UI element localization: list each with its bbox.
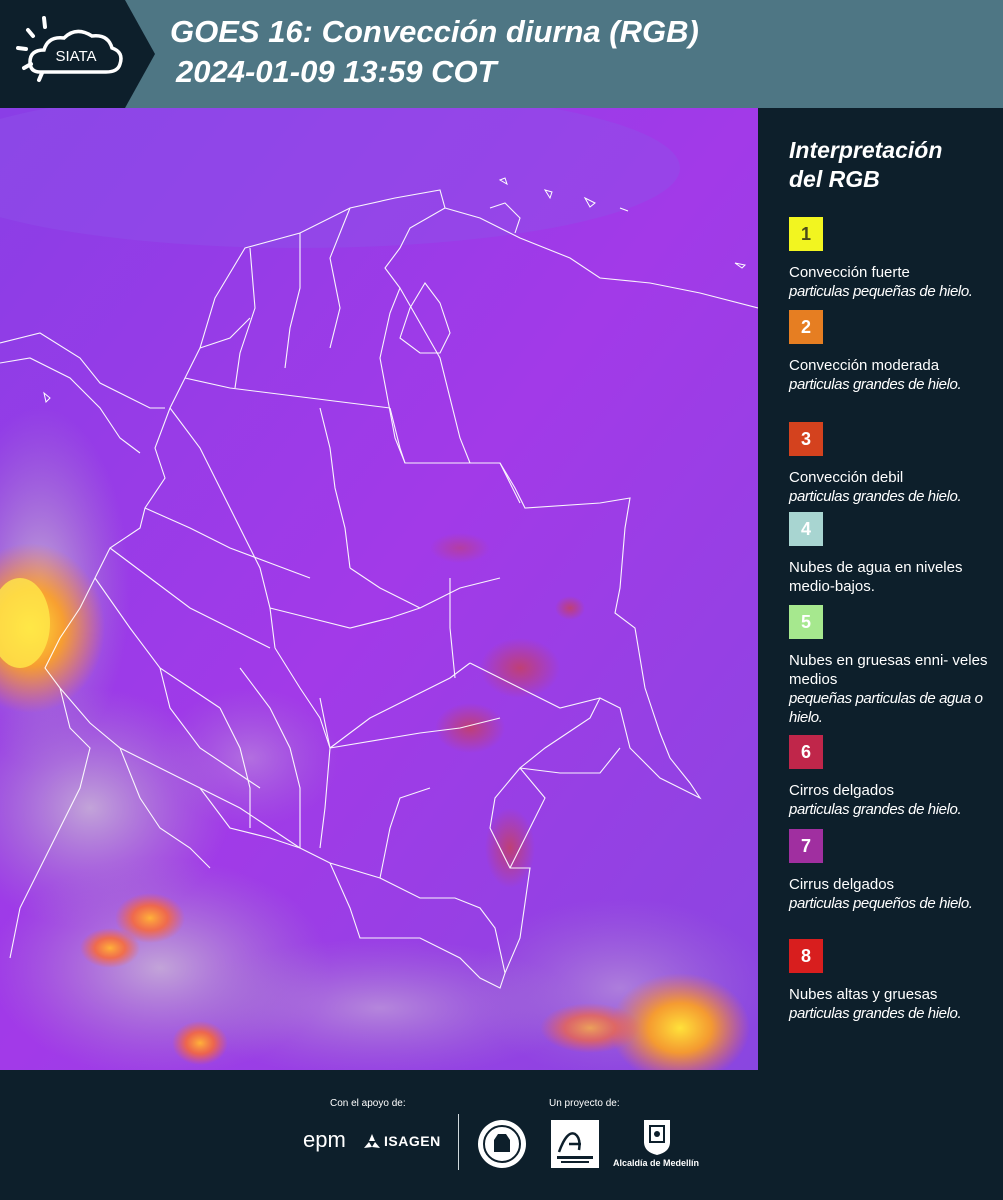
legend-item-4: 4 Nubes de agua en niveles medio-bajos.: [789, 512, 994, 596]
legend-label-4: Nubes de agua en niveles medio-bajos.: [789, 559, 963, 595]
legend-item-6: 6 Cirros delgados particulas grandes de …: [789, 735, 994, 819]
project-label: Un proyecto de:: [549, 1098, 620, 1109]
legend-swatch-8: 8: [789, 939, 823, 973]
legend-sub-1: particulas pequeñas de hielo.: [789, 283, 973, 300]
page: SIATA GOES 16: Convección diurna (RGB) 2…: [0, 0, 1003, 1200]
legend-item-7: 7 Cirrus delgados particulas pequeños de…: [789, 829, 994, 913]
isagen-logo-icon: [364, 1134, 380, 1148]
legend-sub-2: particulas grandes de hielo.: [789, 376, 962, 393]
legend-sub-3: particulas grandes de hielo.: [789, 488, 962, 505]
legend-label-1: Convección fuerte: [789, 264, 910, 281]
page-title: GOES 16: Convección diurna (RGB): [170, 14, 699, 49]
area-metropolitana-logo: [551, 1120, 599, 1168]
seal-logo: [478, 1120, 526, 1168]
legend-swatch-5: 5: [789, 605, 823, 639]
header-bar: SIATA GOES 16: Convección diurna (RGB) 2…: [0, 0, 1003, 108]
legend-item-1: 1 Convección fuerte particulas pequeñas …: [789, 217, 994, 301]
legend-item-2: 2 Convección moderada particulas grandes…: [789, 310, 994, 394]
siata-logo: SIATA: [0, 0, 155, 108]
alcaldia-logo-text: Alcaldía de Medellín: [613, 1158, 700, 1168]
isagen-logo: ISAGEN: [384, 1133, 441, 1149]
footer-divider: [458, 1114, 459, 1170]
legend-sub-8: particulas grandes de hielo.: [789, 1005, 962, 1022]
legend-swatch-1: 1: [789, 217, 823, 251]
legend-label-2: Convección moderada: [789, 357, 940, 374]
legend-item-5: 5 Nubes en gruesas enni- veles medios pe…: [789, 605, 994, 727]
legend-swatch-7: 7: [789, 829, 823, 863]
legend-title: Interpretación del RGB: [789, 136, 994, 194]
legend-swatch-2: 2: [789, 310, 823, 344]
legend-label-6: Cirros delgados: [789, 782, 895, 799]
legend-label-8: Nubes altas y gruesas: [789, 986, 938, 1003]
legend-swatch-3: 3: [789, 422, 823, 456]
legend-sub-5: pequeñas particulas de agua o hielo.: [789, 690, 983, 726]
legend-item-3: 3 Convección debil particulas grandes de…: [789, 422, 994, 506]
legend-label-7: Cirrus delgados: [789, 876, 895, 893]
support-label: Con el apoyo de:: [330, 1098, 406, 1109]
satellite-map: [0, 108, 758, 1070]
logo-text: SIATA: [55, 48, 96, 65]
timestamp: 2024-01-09 13:59 COT: [176, 54, 497, 89]
legend-swatch-4: 4: [789, 512, 823, 546]
legend-title-line2: del RGB: [789, 166, 880, 192]
epm-logo: epm: [303, 1127, 346, 1152]
legend-swatch-6: 6: [789, 735, 823, 769]
legend-sub-6: particulas grandes de hielo.: [789, 801, 962, 818]
legend-item-8: 8 Nubes altas y gruesas particulas grand…: [789, 939, 994, 1023]
legend-label-3: Convección debil: [789, 469, 904, 486]
legend-label-5: Nubes en gruesas enni- veles medios: [789, 652, 988, 688]
legend-sub-7: particulas pequeños de hielo.: [789, 895, 973, 912]
footer: Con el apoyo de: Un proyecto de: epm ISA…: [0, 1070, 1003, 1200]
legend-title-line1: Interpretación: [789, 137, 943, 163]
alcaldia-crest-logo: [644, 1120, 670, 1155]
legend-panel: Interpretación del RGB 1 Convección fuer…: [758, 108, 1003, 1070]
